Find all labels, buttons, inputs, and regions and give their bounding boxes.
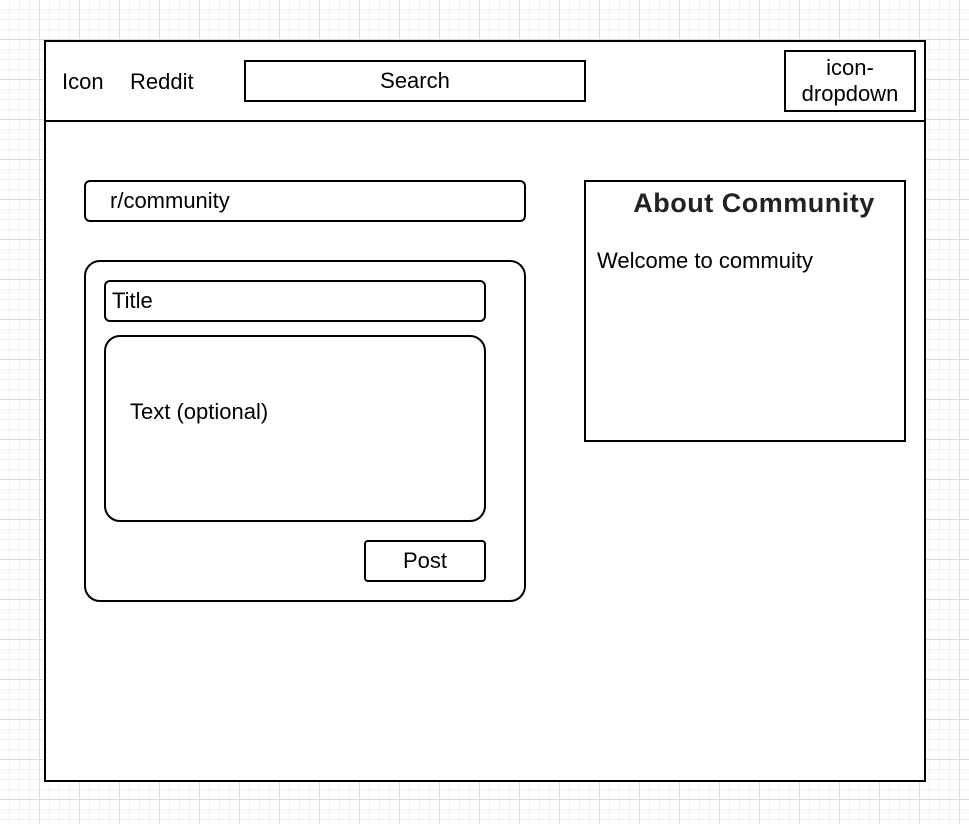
logo-icon-placeholder[interactable]: Icon	[62, 69, 104, 95]
post-body-textarea[interactable]: Text (optional)	[104, 335, 486, 522]
brand-name[interactable]: Reddit	[130, 69, 194, 95]
community-name: r/community	[110, 188, 230, 213]
dropdown-label: icon- dropdown	[802, 55, 899, 107]
app-window: Icon Reddit Search icon- dropdown r/comm…	[44, 40, 926, 782]
user-dropdown-button[interactable]: icon- dropdown	[784, 50, 916, 112]
dropdown-label-line2: dropdown	[801, 81, 899, 106]
post-body-placeholder: Text (optional)	[130, 399, 269, 424]
about-community-title: About Community	[633, 188, 875, 218]
search-label: Search	[380, 68, 450, 93]
search-bar[interactable]: Search	[244, 60, 586, 102]
about-community-panel: About Community Welcome to commuity	[584, 180, 906, 442]
post-button[interactable]: Post	[364, 540, 486, 582]
community-selector[interactable]: r/community	[84, 180, 526, 222]
about-community-description: Welcome to commuity	[597, 248, 813, 273]
post-title-input[interactable]	[104, 280, 486, 322]
create-post-card: Text (optional) Post	[84, 260, 526, 602]
top-nav-bar: Icon Reddit Search icon- dropdown	[46, 42, 924, 122]
dropdown-label-line1: icon-	[826, 55, 874, 80]
